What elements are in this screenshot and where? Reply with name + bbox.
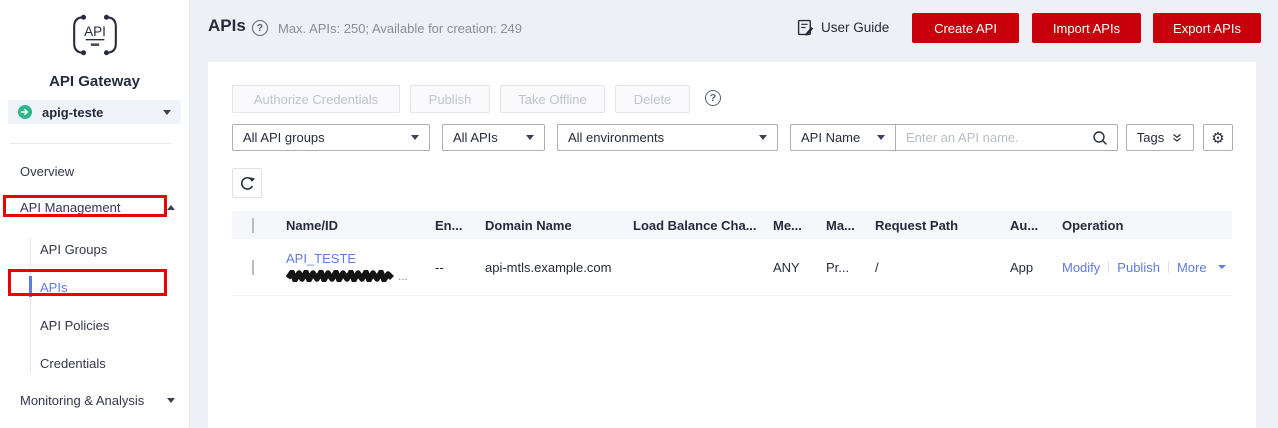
chevron-down-icon <box>411 135 419 140</box>
content-card: Authorize Credentials Publish Take Offli… <box>208 62 1256 428</box>
export-apis-button[interactable]: Export APIs <box>1153 13 1261 43</box>
more-link[interactable]: More <box>1177 260 1207 275</box>
chevron-down-icon <box>526 135 534 140</box>
op-separator <box>1108 261 1109 273</box>
sidebar-title: API Gateway <box>0 73 189 90</box>
tags-button[interactable]: Tags <box>1126 124 1194 151</box>
row-request-path: / <box>867 260 1002 275</box>
svg-text:API: API <box>84 24 106 39</box>
authorize-credentials-button[interactable]: Authorize Credentials <box>232 85 400 113</box>
refresh-icon <box>239 175 256 192</box>
row-env: -- <box>427 260 477 275</box>
row-domain: api-mtls.example.com <box>477 260 625 275</box>
user-guide-link[interactable]: User Guide <box>797 19 889 36</box>
api-type-filter-select[interactable]: All APIs <box>442 124 545 151</box>
redacted-id-scribble <box>286 270 396 282</box>
redacted-id-ellipsis: ... <box>398 269 408 283</box>
take-offline-button[interactable]: Take Offline <box>500 85 605 113</box>
nav-tree-line <box>30 238 31 372</box>
api-name-link[interactable]: API_TESTE <box>286 251 427 266</box>
instance-status-icon <box>18 105 32 119</box>
col-header-request-path: Request Path <box>867 218 1002 233</box>
active-item-indicator <box>29 276 32 297</box>
row-matching: Pr... <box>818 260 867 275</box>
row-method: ANY <box>765 260 818 275</box>
instance-selector[interactable]: apig-teste <box>8 100 181 124</box>
chevron-up-icon <box>167 205 175 210</box>
import-apis-button[interactable]: Import APIs <box>1032 13 1141 43</box>
sidebar-item-api-management[interactable]: API Management <box>20 199 175 216</box>
search-combo: API Name <box>790 124 1118 151</box>
help-icon[interactable]: ? <box>252 20 268 36</box>
col-header-auth: Au... <box>1002 218 1054 233</box>
sidebar-item-overview[interactable]: Overview <box>20 163 175 180</box>
select-all-checkbox[interactable] <box>252 218 254 233</box>
document-pen-icon <box>797 19 814 36</box>
delete-button[interactable]: Delete <box>615 85 690 113</box>
settings-button[interactable]: ⚙ <box>1203 124 1233 151</box>
search-input[interactable] <box>896 125 1092 150</box>
chevron-down-icon <box>167 398 175 403</box>
col-header-matching: Ma... <box>818 218 867 233</box>
sidebar-item-monitoring[interactable]: Monitoring & Analysis <box>20 392 175 409</box>
instance-name: apig-teste <box>42 105 103 120</box>
modify-link[interactable]: Modify <box>1062 260 1100 275</box>
sidebar-item-credentials[interactable]: Credentials <box>40 355 175 372</box>
col-header-domain: Domain Name <box>477 218 625 233</box>
table-row: API_TESTE ... -- api-mtls.example.com AN… <box>232 239 1232 296</box>
environment-filter-select[interactable]: All environments <box>557 124 778 151</box>
publish-button[interactable]: Publish <box>410 85 490 113</box>
page-title: APIs <box>208 16 246 36</box>
double-chevron-down-icon <box>1171 132 1183 144</box>
api-group-filter-select[interactable]: All API groups <box>232 124 430 151</box>
api-gateway-logo-icon: API <box>0 10 189 60</box>
help-icon[interactable]: ? <box>705 90 721 106</box>
chevron-down-icon <box>877 135 885 140</box>
col-header-method: Me... <box>765 218 818 233</box>
col-header-operation: Operation <box>1054 218 1232 233</box>
api-gateway-console: API API Gateway apig-teste Overview API … <box>0 0 1278 428</box>
refresh-button[interactable] <box>232 168 262 198</box>
sidebar: API API Gateway apig-teste Overview API … <box>0 0 190 428</box>
table-header-row: Name/ID En... Domain Name Load Balance C… <box>232 211 1232 239</box>
chevron-down-icon <box>759 135 767 140</box>
quota-text: Max. APIs: 250; Available for creation: … <box>278 21 522 36</box>
col-header-env: En... <box>427 218 477 233</box>
gear-icon: ⚙ <box>1211 129 1224 147</box>
chevron-down-icon <box>1218 265 1226 269</box>
search-field-select[interactable]: API Name <box>791 125 896 150</box>
sidebar-item-api-groups[interactable]: API Groups <box>40 241 175 258</box>
row-checkbox[interactable] <box>252 260 254 275</box>
search-icon[interactable] <box>1092 125 1117 150</box>
col-header-name-id: Name/ID <box>278 218 427 233</box>
api-table: Name/ID En... Domain Name Load Balance C… <box>232 211 1232 296</box>
col-header-load-balance: Load Balance Cha... <box>625 218 765 233</box>
sidebar-divider <box>10 143 171 144</box>
op-separator <box>1168 261 1169 273</box>
sidebar-item-apis[interactable]: APIs <box>40 279 175 296</box>
row-auth: App <box>1002 260 1054 275</box>
chevron-down-icon <box>163 110 171 115</box>
sidebar-item-api-policies[interactable]: API Policies <box>40 317 175 334</box>
create-api-button[interactable]: Create API <box>912 13 1019 43</box>
publish-link[interactable]: Publish <box>1117 260 1160 275</box>
